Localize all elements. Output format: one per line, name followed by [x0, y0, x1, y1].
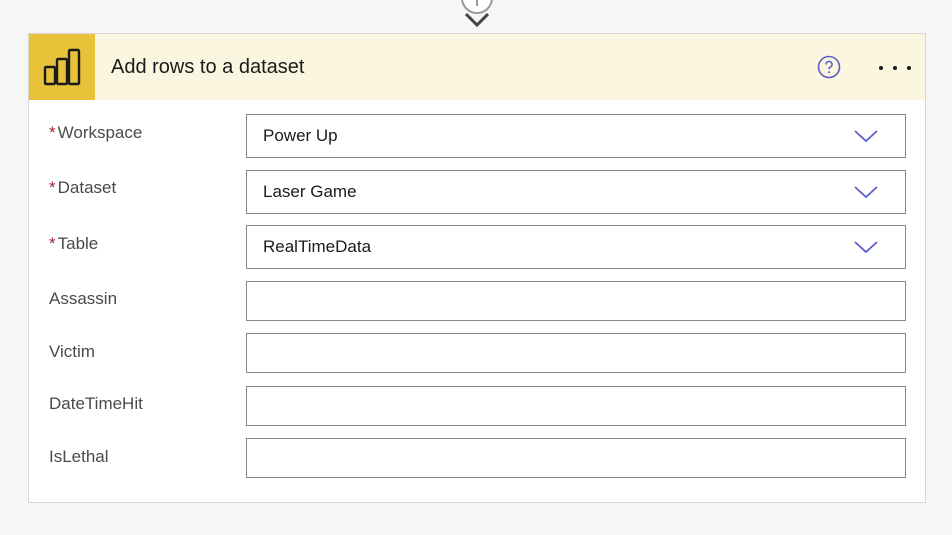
chevron-down-icon: [854, 186, 878, 199]
power-bi-icon: [29, 34, 95, 100]
workspace-dropdown[interactable]: Power Up: [246, 114, 906, 158]
assassin-field[interactable]: [246, 281, 906, 321]
victim-input[interactable]: [247, 334, 905, 372]
chevron-down-icon: [854, 130, 878, 143]
workspace-label: * Workspace: [49, 123, 143, 142]
more-options-button[interactable]: [875, 56, 915, 80]
victim-label: Victim: [49, 342, 95, 361]
table-value: RealTimeData: [263, 237, 372, 256]
required-marker: *: [49, 123, 56, 142]
arrow-down-icon: [464, 12, 490, 28]
datetimehit-field[interactable]: [246, 386, 906, 426]
plus-circle-icon[interactable]: [461, 0, 493, 14]
dataset-label: * Dataset: [49, 178, 117, 197]
islethal-input[interactable]: [247, 439, 905, 477]
table-label: * Table: [49, 234, 99, 253]
action-card: Add rows to a dataset * Workspace Power U…: [28, 33, 926, 503]
help-button[interactable]: [817, 55, 841, 79]
assassin-label: Assassin: [49, 289, 118, 308]
workspace-value: Power Up: [263, 126, 338, 145]
required-marker: *: [49, 178, 56, 197]
islethal-label: IsLethal: [49, 447, 109, 466]
action-header[interactable]: Add rows to a dataset: [29, 34, 925, 100]
chevron-down-icon: [854, 241, 878, 254]
step-connector: [461, 0, 493, 28]
victim-field[interactable]: [246, 333, 906, 373]
action-title: Add rows to a dataset: [111, 56, 305, 78]
table-dropdown[interactable]: RealTimeData: [246, 225, 906, 269]
question-circle-icon: [817, 55, 841, 79]
dataset-dropdown[interactable]: Laser Game: [246, 170, 906, 214]
dataset-value: Laser Game: [263, 182, 357, 201]
required-marker: *: [49, 234, 56, 253]
islethal-field[interactable]: [246, 438, 906, 478]
datetimehit-input[interactable]: [247, 387, 905, 425]
datetimehit-label: DateTimeHit: [49, 394, 143, 413]
assassin-input[interactable]: [247, 282, 905, 320]
ellipsis-icon: [879, 66, 911, 70]
